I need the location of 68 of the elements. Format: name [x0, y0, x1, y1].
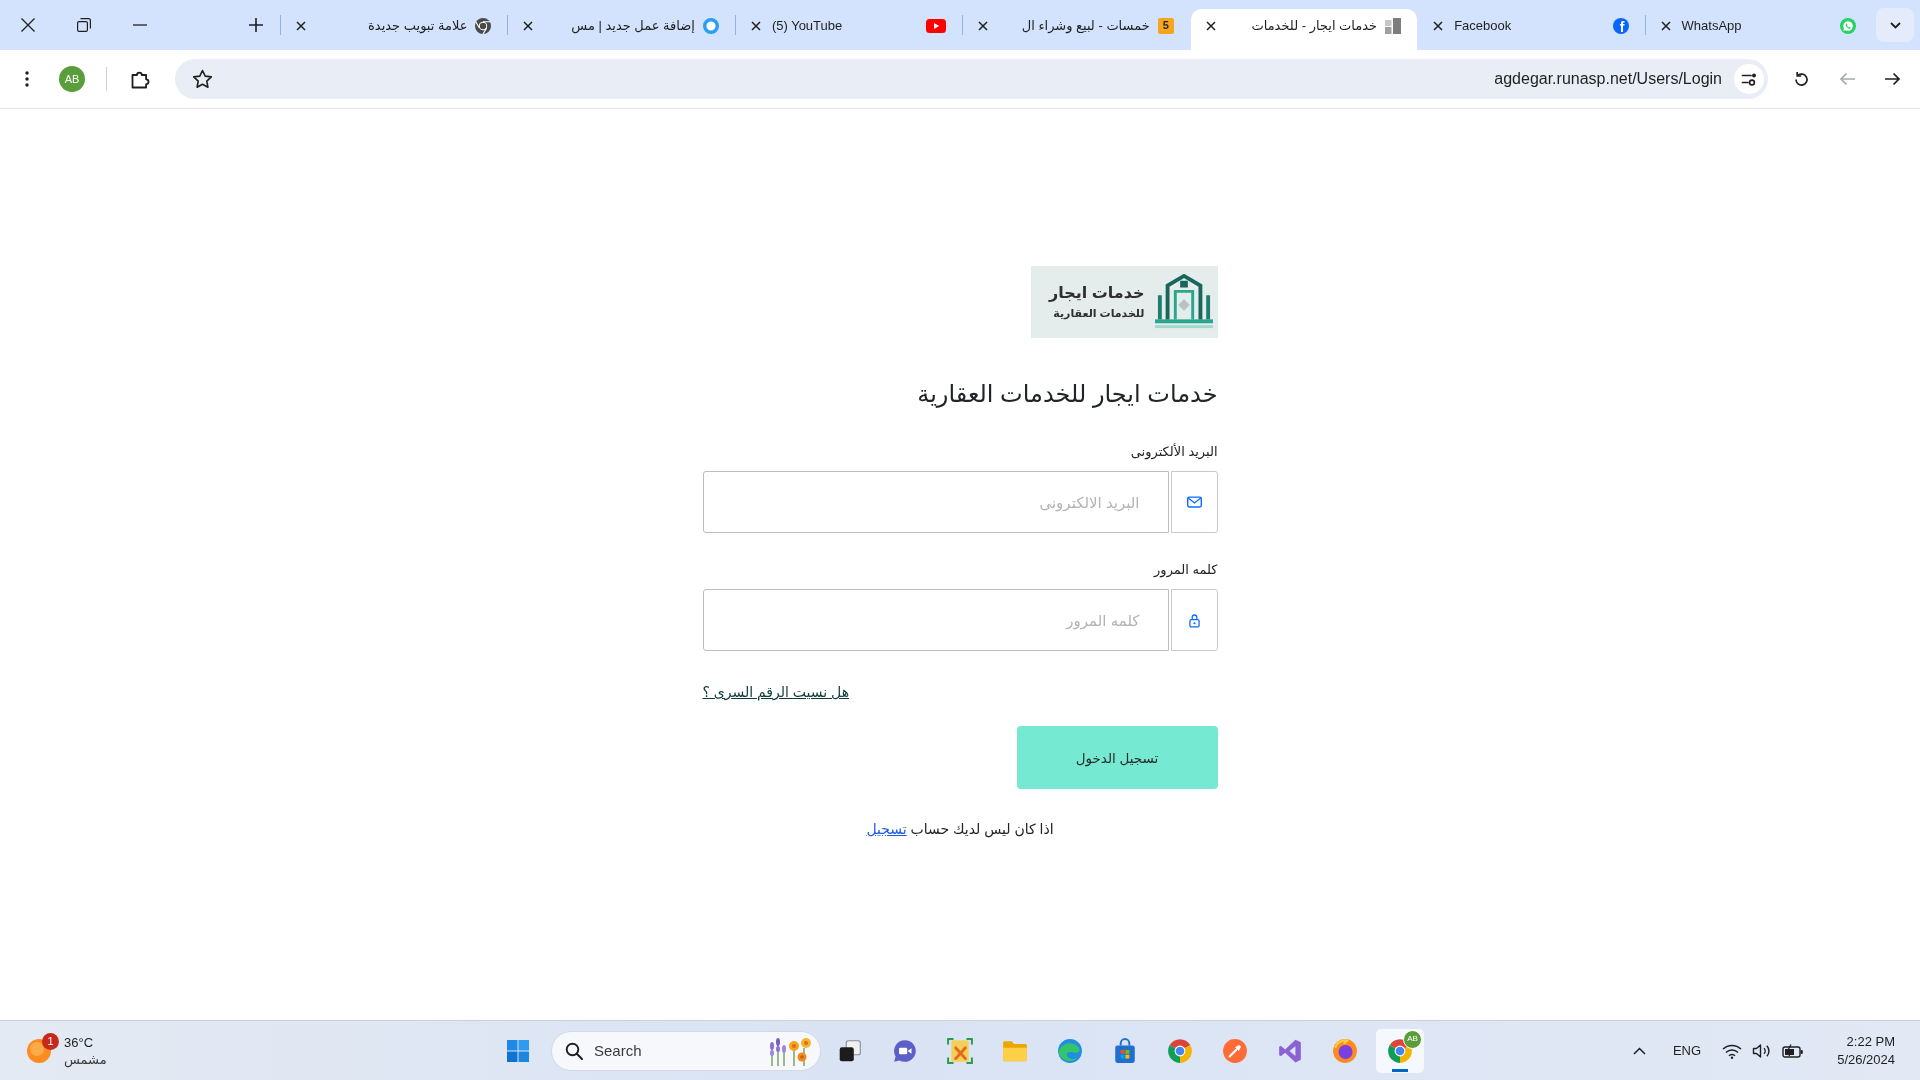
ribbon-icon [1277, 1037, 1303, 1064]
profile-badge: AB [1403, 1029, 1422, 1049]
temperature-text: 36°C [64, 1033, 94, 1051]
battery-icon[interactable] [1782, 1043, 1804, 1058]
video-chat-icon [892, 1037, 918, 1064]
login-button[interactable]: تسجيل الدخول [1016, 726, 1218, 789]
speaker-icon[interactable] [1752, 1042, 1772, 1059]
chevron-down-icon [1889, 21, 1901, 29]
input-field[interactable]: البريد الالكترونى [702, 471, 1169, 533]
tab[interactable]: علامة تبويب جديدة [281, 9, 508, 50]
play-icon [926, 18, 947, 33]
wave-circle-icon [1057, 1037, 1083, 1064]
close-icon[interactable] [296, 20, 307, 31]
tab[interactable]: WhatsApp [1645, 9, 1872, 50]
tab[interactable]: (5) YouTube [735, 9, 963, 50]
field-label: كلمه المرور [1154, 561, 1218, 579]
signup-prompt: اذا كان ليس لديك حساب تسجيل [866, 820, 1054, 838]
close-icon[interactable] [1660, 20, 1671, 31]
plus-icon[interactable] [249, 18, 263, 32]
wifi-icon[interactable] [1722, 1042, 1742, 1059]
input-field[interactable]: كلمه المرور [702, 589, 1169, 651]
forgot-password-link[interactable]: هل نسيت الرقم السرى ؟ [702, 683, 850, 701]
close-icon[interactable] [523, 20, 534, 31]
rocket-circle-icon [1222, 1037, 1248, 1064]
page-title: خدمات ايجار للخدمات العقارية [917, 379, 1218, 410]
star-icon[interactable] [192, 69, 213, 89]
puzzle-icon[interactable] [130, 69, 150, 89]
arrow-right-icon[interactable] [1883, 71, 1901, 87]
notification-badge: 1 [42, 1032, 59, 1050]
search-button[interactable]: Search [551, 1030, 821, 1071]
shopping-bag-icon [1112, 1037, 1138, 1064]
tricolor-circle-icon [1167, 1037, 1193, 1064]
close-icon[interactable] [21, 18, 35, 32]
reload-icon[interactable] [1792, 70, 1810, 88]
dropdown-button[interactable] [1876, 8, 1914, 42]
building-icon [1154, 274, 1213, 330]
close-icon[interactable] [1205, 20, 1216, 31]
flame-circle-icon [1332, 1037, 1358, 1064]
url-text: agdegar.runasp.net/Users/Login [1493, 70, 1722, 88]
phone-bubble-icon [1840, 17, 1856, 34]
lock-icon [1188, 612, 1200, 628]
signup-link[interactable]: تسجيل [866, 821, 907, 837]
logo-subtitle: للخدمات العقارية [1053, 306, 1145, 321]
field-label: البريد الألكترونى [1130, 443, 1218, 461]
aperture-icon [475, 17, 492, 34]
restore-icon[interactable] [77, 18, 91, 32]
chevron-up-icon[interactable] [1632, 1046, 1646, 1055]
clock-time: 2:22 PM [1846, 1032, 1895, 1051]
sliders-icon[interactable] [1734, 64, 1764, 94]
close-icon[interactable] [978, 20, 989, 31]
ring-icon [702, 17, 719, 34]
crossed-tools-icon [947, 1037, 973, 1064]
clock-date: 5/26/2024 [1837, 1050, 1895, 1069]
logo-title: خدمات ايجار [1049, 283, 1145, 303]
blocks-icon [1385, 17, 1402, 34]
tab[interactable]: إضافة عمل جديد | مس [508, 9, 735, 50]
four-squares-icon[interactable] [506, 1038, 530, 1063]
menu-icon[interactable] [25, 71, 29, 87]
close-icon[interactable] [1433, 20, 1444, 31]
tab[interactable]: خدمات ايجار - للخدمات [1190, 9, 1418, 50]
weather-condition: مشمس [64, 1050, 107, 1068]
overlapping-squares-icon [837, 1037, 863, 1064]
close-icon[interactable] [750, 20, 761, 31]
language-indicator[interactable]: ENG [1665, 1043, 1709, 1058]
address-bar[interactable]: agdegar.runasp.net/Users/Login [175, 59, 1768, 99]
logo-tile: 5 [1157, 17, 1174, 34]
envelope-icon [1186, 496, 1202, 508]
search-icon [565, 1041, 583, 1060]
